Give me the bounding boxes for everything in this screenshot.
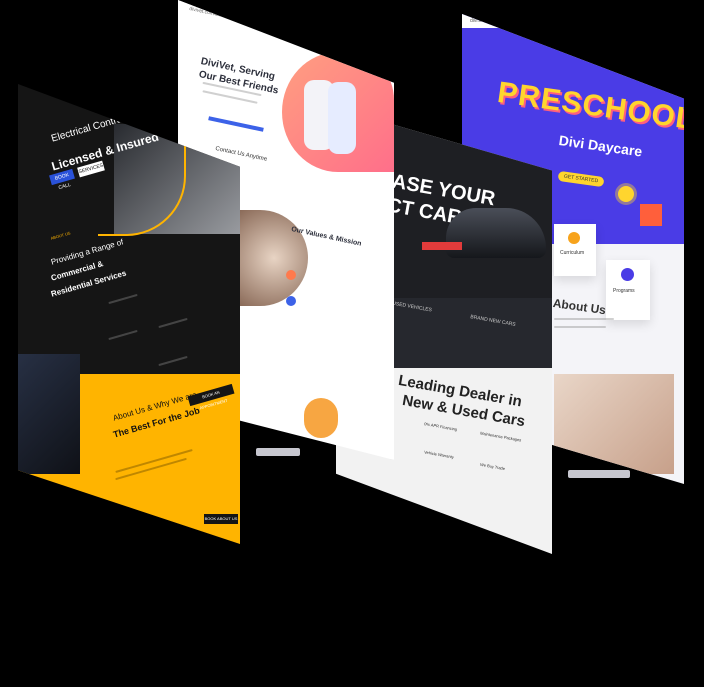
floating-bar-1: [256, 448, 300, 456]
vet-dog-photo: [240, 210, 308, 306]
programs-label: Programs: [613, 288, 635, 294]
electrical-footer-button[interactable]: BOOK ABOUT US: [204, 514, 238, 524]
bus-icon: [621, 268, 634, 281]
heart-icon: [286, 296, 296, 306]
floating-bar-2: [568, 470, 630, 478]
electrical-eyebrow: ABOUT US: [50, 230, 71, 241]
sun-icon: [618, 186, 634, 202]
preschool-card-programs[interactable]: Programs: [606, 260, 650, 320]
vet-cta-button[interactable]: [208, 116, 264, 132]
vet-contact-heading: Contact Us Anytime: [214, 146, 268, 163]
cars-feature-3: Vehicle Warranty: [423, 449, 455, 460]
cars-feature-2: Maintenance Packages: [479, 430, 522, 443]
house-icon: [640, 204, 662, 226]
preschool-about-heading: About Us: [552, 296, 607, 318]
preschool-card-curriculum[interactable]: Curriculum: [554, 224, 596, 276]
preschool-photo: [554, 374, 674, 474]
electrical-worker-photo: [18, 354, 80, 474]
preschool-nav-brand: divi.cms.landing: [470, 18, 506, 24]
vet-nav-brand: divivet.com/cms/landing: [188, 6, 242, 23]
vet-doctor2-illustration: [328, 82, 356, 154]
vet-bottom-illustration: [304, 398, 338, 438]
cars-feature-1: 0% APR Financing: [423, 421, 458, 432]
cars-feature-4: We Buy Trade: [479, 461, 506, 472]
showcase-stage: divi.cms.landing PRESCHOOL Divi Daycare …: [0, 0, 704, 687]
paw-icon: [286, 270, 296, 280]
book-icon: [568, 232, 580, 244]
curriculum-label: Curriculum: [560, 250, 585, 256]
cars-cta-button[interactable]: [422, 242, 462, 250]
